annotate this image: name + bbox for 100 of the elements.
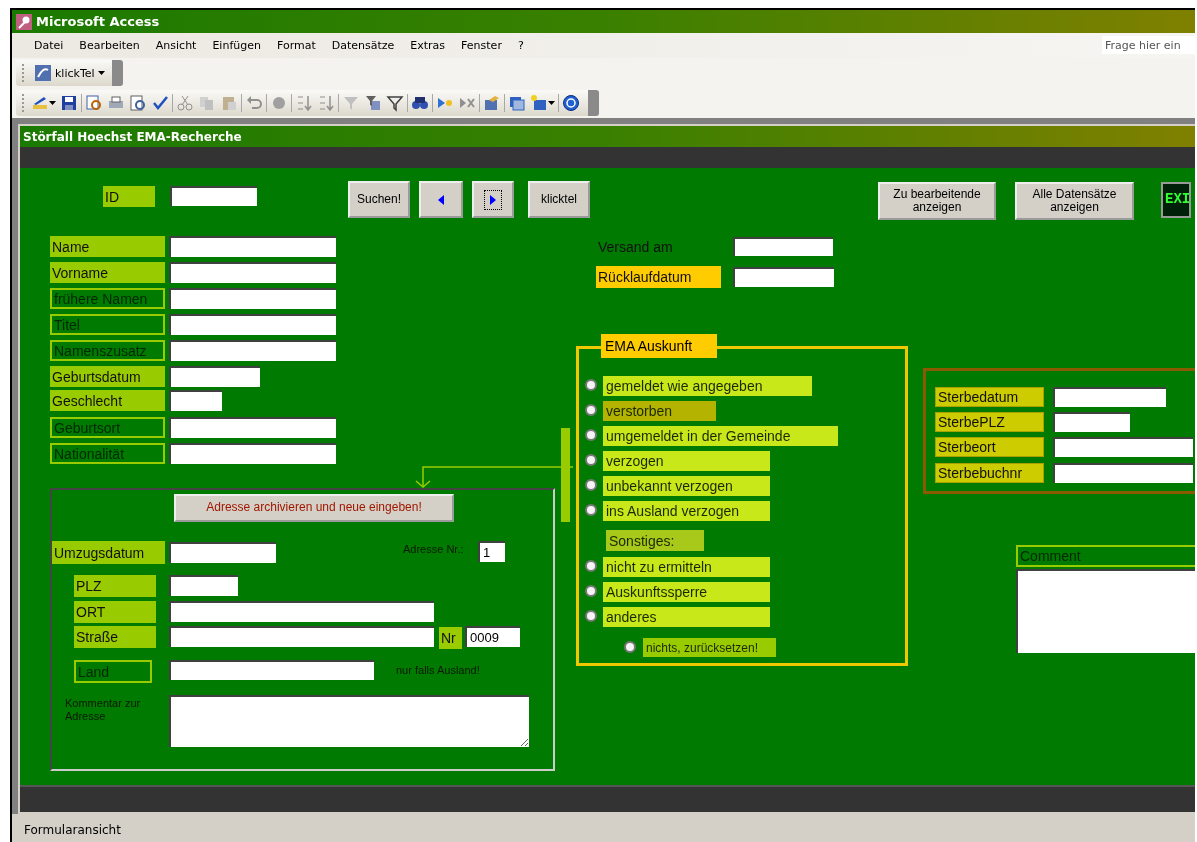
- archive-address-button[interactable]: Adresse archivieren und neue eingeben!: [174, 494, 454, 522]
- text-field[interactable]: [169, 366, 260, 387]
- left-arrow-icon: [436, 193, 446, 206]
- next-record-button[interactable]: [472, 181, 514, 218]
- field-label: Rücklaufdatum: [596, 266, 721, 288]
- text-field[interactable]: [733, 267, 834, 287]
- field-label: Umzugsdatum: [52, 541, 165, 564]
- radio-button[interactable]: [585, 404, 597, 416]
- radio-button[interactable]: [624, 641, 636, 653]
- option-label[interactable]: nicht zu ermitteln: [603, 557, 770, 577]
- form-button[interactable]: Suchen!: [348, 181, 410, 218]
- option-label[interactable]: unbekannt verzogen: [603, 476, 770, 496]
- text-field[interactable]: [169, 626, 434, 647]
- option-label[interactable]: verzogen: [603, 451, 770, 471]
- sort-ascending-icon[interactable]: [295, 94, 313, 112]
- comment-field[interactable]: [1016, 569, 1195, 653]
- form-button[interactable]: Zu bearbeitende anzeigen: [878, 182, 996, 220]
- field-label: Kommentar zur Adresse: [65, 697, 142, 725]
- field-label: ORT: [74, 601, 156, 623]
- menu-item[interactable]: Datensätze: [323, 37, 403, 54]
- text-field[interactable]: [169, 340, 336, 361]
- filter-form-icon[interactable]: [364, 94, 382, 112]
- text-field[interactable]: [169, 417, 336, 438]
- field-label: Comment: [1016, 545, 1195, 567]
- address-number-field[interactable]: 1: [478, 541, 505, 562]
- radio-button[interactable]: [585, 379, 597, 391]
- menu-item[interactable]: Extras: [402, 37, 454, 54]
- spelling-check-icon[interactable]: [151, 94, 169, 112]
- text-field[interactable]: [169, 542, 276, 563]
- menu-item[interactable]: ?: [509, 37, 532, 54]
- text-field[interactable]: [1053, 387, 1166, 407]
- text-field[interactable]: [169, 314, 336, 335]
- design-view-icon[interactable]: [31, 94, 49, 112]
- text-field[interactable]: [169, 288, 336, 309]
- radio-button[interactable]: [585, 429, 597, 441]
- radio-button[interactable]: [585, 479, 597, 491]
- menu-item[interactable]: Ansicht: [147, 37, 205, 54]
- filter-icon[interactable]: [386, 94, 404, 112]
- help-search-field[interactable]: Frage hier ein: [1102, 36, 1195, 54]
- exit-button[interactable]: EXI: [1161, 182, 1191, 218]
- field-label: ID: [103, 186, 155, 207]
- field-label: Namenszusatz: [50, 340, 165, 361]
- text-field[interactable]: [733, 237, 833, 256]
- properties-icon[interactable]: [483, 94, 501, 112]
- text-field[interactable]: [1053, 412, 1130, 432]
- print-preview-icon[interactable]: [129, 94, 147, 112]
- radio-button[interactable]: [585, 504, 597, 516]
- find-icon[interactable]: [411, 94, 429, 112]
- save-icon[interactable]: [60, 94, 78, 112]
- text-field[interactable]: [169, 262, 336, 283]
- toolbar-options-icon[interactable]: [111, 60, 123, 86]
- caret-icon[interactable]: [49, 101, 56, 105]
- text-field[interactable]: [169, 390, 222, 411]
- text-field[interactable]: [169, 575, 238, 596]
- field-label: SterbePLZ: [935, 412, 1044, 432]
- radio-button[interactable]: [585, 610, 597, 622]
- section-label: Sonstiges:: [606, 530, 704, 551]
- text-field[interactable]: [169, 236, 336, 257]
- text-field[interactable]: [169, 601, 434, 622]
- text-field[interactable]: [169, 443, 336, 464]
- option-label[interactable]: ins Ausland verzogen: [603, 501, 770, 521]
- undo-icon[interactable]: [245, 94, 263, 112]
- menu-item[interactable]: Format: [268, 37, 324, 54]
- menu-item[interactable]: Bearbeiten: [71, 37, 148, 54]
- text-field[interactable]: [169, 660, 374, 680]
- field-label: Straße: [74, 626, 156, 648]
- database-window-icon[interactable]: [508, 94, 526, 112]
- field-label: Titel: [50, 314, 165, 335]
- field-label: Versand am: [597, 238, 674, 257]
- option-label[interactable]: umgemeldet in der Gemeinde: [603, 426, 838, 446]
- cut-icon[interactable]: [176, 94, 194, 112]
- sort-descending-icon[interactable]: [317, 94, 335, 112]
- menu-item[interactable]: Datei: [26, 37, 72, 54]
- field-label: Geburtsdatum: [50, 366, 165, 387]
- text-field[interactable]: [1053, 463, 1193, 483]
- field-label: frühere Namen: [50, 288, 165, 309]
- menu-item[interactable]: Fenster: [453, 37, 510, 54]
- field-label: Name: [50, 236, 165, 257]
- menu-item[interactable]: Einfügen: [204, 37, 269, 54]
- option-label[interactable]: gemeldet wie angegeben: [603, 376, 812, 396]
- option-label[interactable]: verstorben: [603, 401, 716, 421]
- option-label[interactable]: nichts, zurücksetzen!: [643, 638, 776, 657]
- field-label: Geburtsort: [50, 417, 165, 438]
- option-label[interactable]: anderes: [603, 607, 770, 627]
- help-icon[interactable]: [562, 94, 580, 112]
- form-button[interactable]: klicktel: [528, 181, 590, 218]
- option-label[interactable]: Auskunftssperre: [603, 582, 770, 602]
- radio-button[interactable]: [585, 454, 597, 466]
- id-field[interactable]: [170, 186, 257, 206]
- text-field[interactable]: [1053, 437, 1193, 457]
- radio-button[interactable]: [585, 585, 597, 597]
- caret-icon: [97, 71, 105, 75]
- form-button[interactable]: Alle Datensätze anzeigen: [1015, 182, 1134, 220]
- new-object-icon[interactable]: [530, 94, 548, 112]
- address-comment-field[interactable]: [169, 695, 529, 747]
- caret-icon[interactable]: [548, 101, 555, 105]
- field-label: Nr: [439, 627, 462, 649]
- radio-button[interactable]: [585, 560, 597, 572]
- file-search-icon[interactable]: [85, 94, 103, 112]
- house-number-field[interactable]: 0009: [465, 626, 520, 647]
